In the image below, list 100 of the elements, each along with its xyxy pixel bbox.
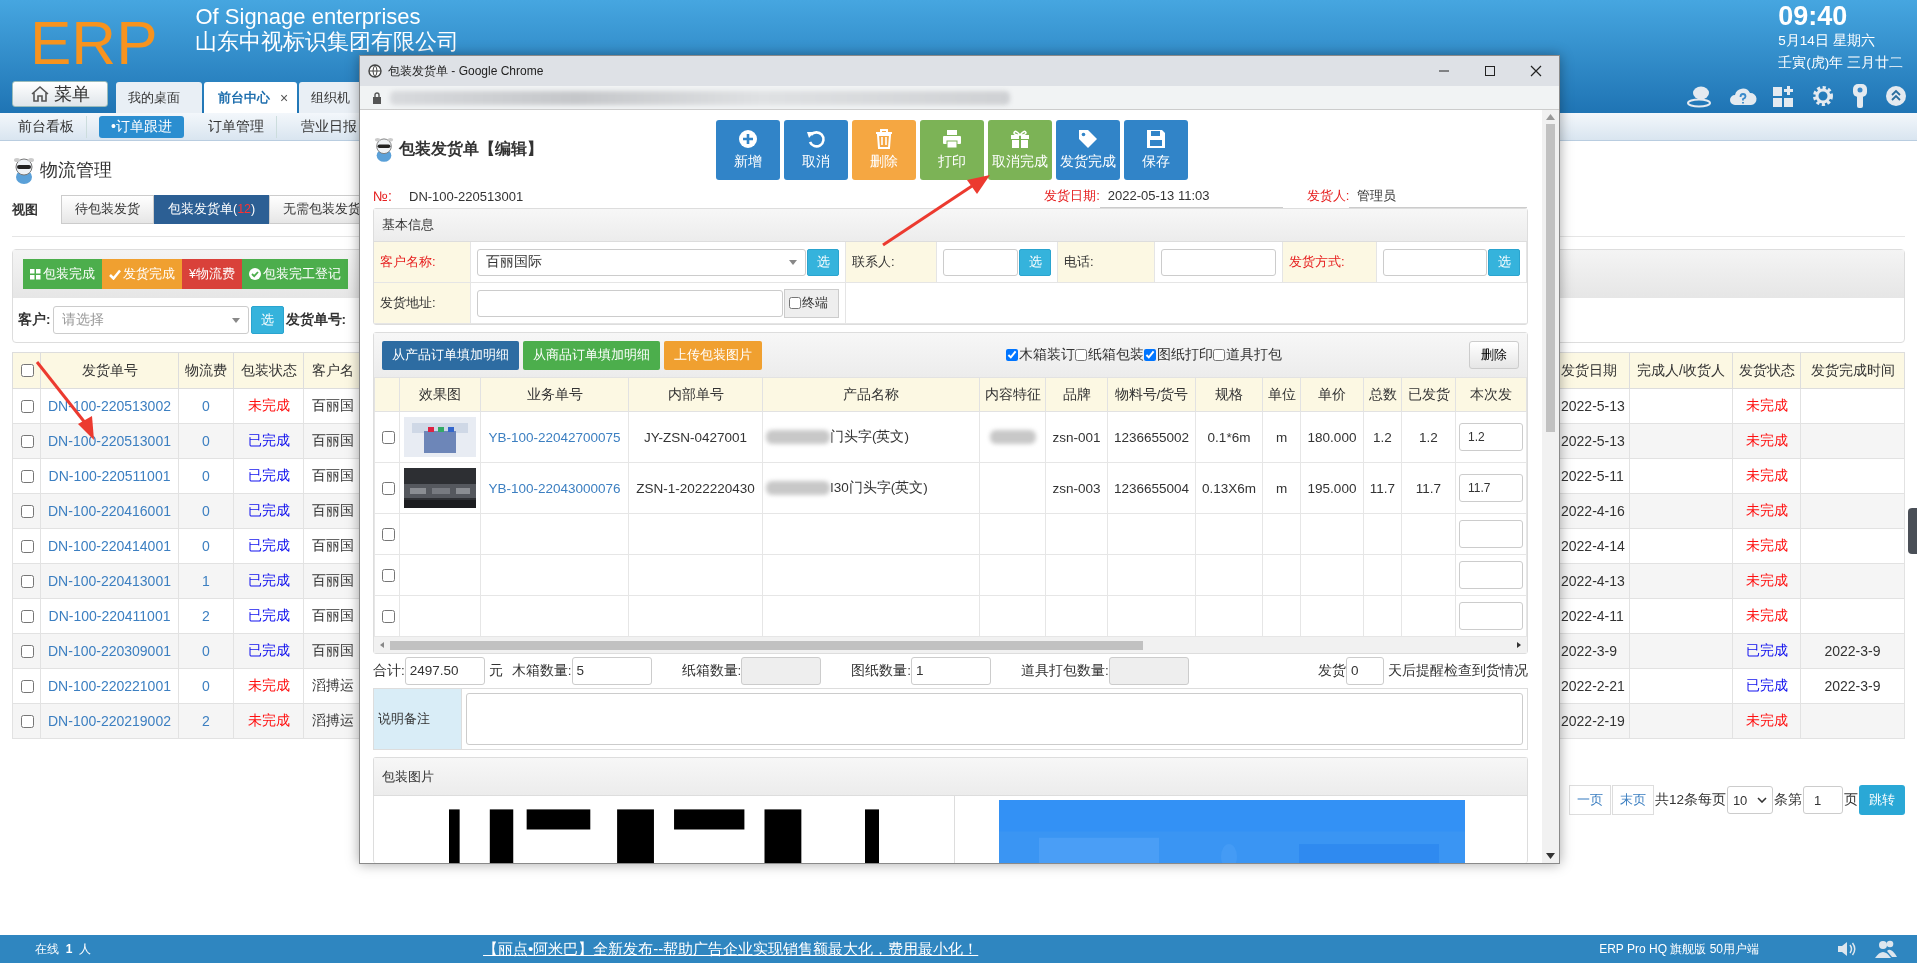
- terminal-toggle[interactable]: 终端: [784, 288, 839, 318]
- row-checkbox[interactable]: [20, 609, 34, 623]
- checkbox[interactable]: [1006, 349, 1018, 361]
- previous-page-link[interactable]: 一页: [1568, 785, 1611, 815]
- vertical-scrollbar[interactable]: [1542, 110, 1559, 863]
- checkbox[interactable]: [1213, 349, 1225, 361]
- menu-button[interactable]: 菜单: [12, 81, 108, 107]
- pick-button[interactable]: 选: [250, 306, 284, 334]
- row-checkbox[interactable]: [382, 527, 395, 541]
- table-cell: 0.1*6m: [1195, 411, 1263, 463]
- row-checkbox[interactable]: [20, 644, 34, 658]
- row-checkbox[interactable]: [382, 430, 395, 444]
- row-checkbox[interactable]: [20, 679, 34, 693]
- quantity-field[interactable]: [1459, 561, 1523, 589]
- pick-button[interactable]: 选: [1019, 248, 1051, 276]
- row-checkbox[interactable]: [20, 399, 34, 413]
- nav-link[interactable]: •订单跟进: [99, 115, 184, 138]
- row-checkbox[interactable]: [20, 574, 34, 588]
- toolbar-button[interactable]: 打印: [920, 120, 984, 180]
- row-checkbox[interactable]: [20, 539, 34, 553]
- customer-select[interactable]: 请选择: [52, 306, 249, 334]
- status-cell: 未完成: [233, 703, 304, 739]
- input-field[interactable]: 2497.50: [404, 657, 485, 685]
- address-field[interactable]: [477, 289, 783, 317]
- detail-button[interactable]: 从产品订单填加明细: [382, 340, 519, 370]
- status-cell: 已完成: [233, 563, 304, 599]
- nav-link[interactable]: 订单管理: [195, 115, 277, 138]
- quantity-field[interactable]: [1459, 520, 1523, 548]
- table-cell: 2022-3-9: [1824, 643, 1881, 659]
- row-checkbox[interactable]: [20, 714, 34, 728]
- input-field[interactable]: 1: [911, 657, 992, 685]
- toolbar-button[interactable]: 保存: [1124, 120, 1188, 180]
- checkbox[interactable]: [789, 297, 801, 309]
- speaker-icon[interactable]: [1837, 941, 1857, 957]
- action-button[interactable]: 包装完成: [23, 259, 102, 289]
- quantity-field[interactable]: [1459, 602, 1523, 630]
- input-field[interactable]: 百丽国际: [477, 248, 806, 276]
- field-label: 发货地址:: [374, 283, 471, 324]
- close-icon[interactable]: ×: [280, 89, 289, 106]
- quantity-field[interactable]: 1.2: [1459, 423, 1523, 451]
- page-size-select[interactable]: 10: [1727, 786, 1773, 814]
- users-icon[interactable]: [1875, 940, 1897, 958]
- table-cell: 门头字(英文): [830, 429, 909, 444]
- delete-button[interactable]: 删除: [1469, 341, 1519, 369]
- checkbox[interactable]: [1144, 349, 1156, 361]
- form-title: 包装发货单【编辑】: [399, 138, 543, 160]
- horizontal-scrollbar[interactable]: [374, 637, 1527, 653]
- settings-icon[interactable]: [1811, 84, 1835, 108]
- scroll-down-icon[interactable]: [1546, 853, 1555, 859]
- tab[interactable]: 我的桌面: [116, 82, 202, 113]
- go-button[interactable]: 跳转: [1859, 785, 1905, 815]
- detail-button[interactable]: 从商品订单填加明细: [523, 340, 660, 370]
- globe-icon: [368, 64, 382, 78]
- action-button[interactable]: ¥物流费: [182, 259, 242, 289]
- toolbar-button[interactable]: 发货完成: [1056, 120, 1120, 180]
- tag-icon: [1078, 129, 1098, 149]
- action-button[interactable]: 包装完工登记: [241, 259, 348, 289]
- status-cell: 未完成: [1732, 493, 1801, 529]
- row-checkbox[interactable]: [20, 469, 34, 483]
- table-cell: ZSN-1-2022220430: [628, 462, 763, 514]
- pick-button[interactable]: 选: [807, 248, 839, 276]
- column-header: 业务单号: [480, 377, 629, 412]
- pick-button[interactable]: 选: [1488, 248, 1520, 276]
- apps-icon[interactable]: [1772, 84, 1796, 108]
- scroll-right-icon[interactable]: [1515, 641, 1523, 649]
- page-number-field[interactable]: 1: [1803, 786, 1843, 814]
- select-all-checkbox[interactable]: [20, 364, 34, 377]
- lunar-date: 壬寅(虎)年 三月廿二: [1778, 54, 1903, 72]
- chat-icon[interactable]: [1686, 84, 1714, 108]
- key-icon[interactable]: [1850, 83, 1870, 109]
- input-field[interactable]: [1383, 248, 1487, 276]
- row-checkbox[interactable]: [20, 434, 34, 448]
- input-field[interactable]: [943, 248, 1018, 276]
- toolbar-button[interactable]: 取消: [784, 120, 848, 180]
- row-checkbox[interactable]: [382, 609, 395, 623]
- side-handle[interactable]: [1908, 508, 1917, 554]
- news-link[interactable]: 【丽点•阿米巴】全新发布--帮助广告企业实现销售额最大化，费用最小化！: [483, 939, 979, 959]
- input-field[interactable]: 5: [571, 657, 652, 685]
- scroll-thumb[interactable]: [1546, 124, 1555, 432]
- table-cell: 2: [178, 598, 234, 634]
- table-cell: 2: [178, 703, 234, 739]
- scroll-left-icon[interactable]: [378, 641, 386, 649]
- input-field[interactable]: 0: [1346, 657, 1384, 685]
- view-tab[interactable]: 待包装发货: [61, 195, 154, 224]
- row-checkbox[interactable]: [382, 481, 395, 495]
- tab[interactable]: 前台中心 ×: [204, 82, 297, 113]
- toolbar-button[interactable]: 取消完成: [988, 120, 1052, 180]
- nav-link[interactable]: 前台看板: [6, 115, 87, 138]
- quantity-field[interactable]: 11.7: [1459, 474, 1523, 502]
- status-cell: 未完成: [1732, 703, 1801, 739]
- collapse-icon[interactable]: [1885, 85, 1907, 107]
- row-checkbox[interactable]: [382, 568, 395, 582]
- scroll-thumb[interactable]: [390, 640, 1143, 650]
- row-checkbox[interactable]: [20, 504, 34, 518]
- last-page-link[interactable]: 末页: [1611, 785, 1654, 815]
- view-tab[interactable]: 包装发货单(12): [154, 195, 270, 224]
- toolbar-button[interactable]: 新增: [716, 120, 780, 180]
- checkbox[interactable]: [1075, 349, 1087, 361]
- input-field[interactable]: [1161, 248, 1276, 276]
- remark-field[interactable]: [466, 693, 1523, 745]
